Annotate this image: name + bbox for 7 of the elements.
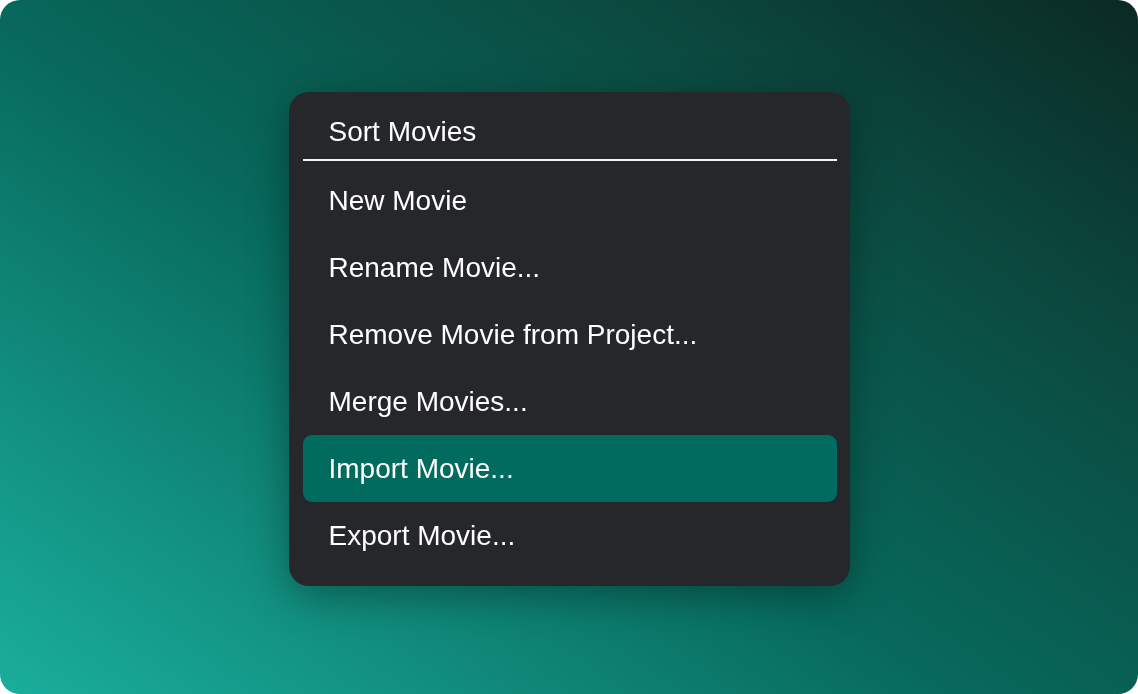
- menu-item[interactable]: Rename Movie...: [302, 234, 837, 301]
- menu-item[interactable]: Merge Movies...: [302, 368, 837, 435]
- menu-item[interactable]: Import Movie...: [302, 435, 837, 502]
- menu-item[interactable]: Remove Movie from Project...: [302, 301, 837, 368]
- menu-title: Sort Movies: [302, 92, 837, 161]
- menu-item[interactable]: Export Movie...: [302, 502, 837, 569]
- menu-item[interactable]: New Movie: [302, 167, 837, 234]
